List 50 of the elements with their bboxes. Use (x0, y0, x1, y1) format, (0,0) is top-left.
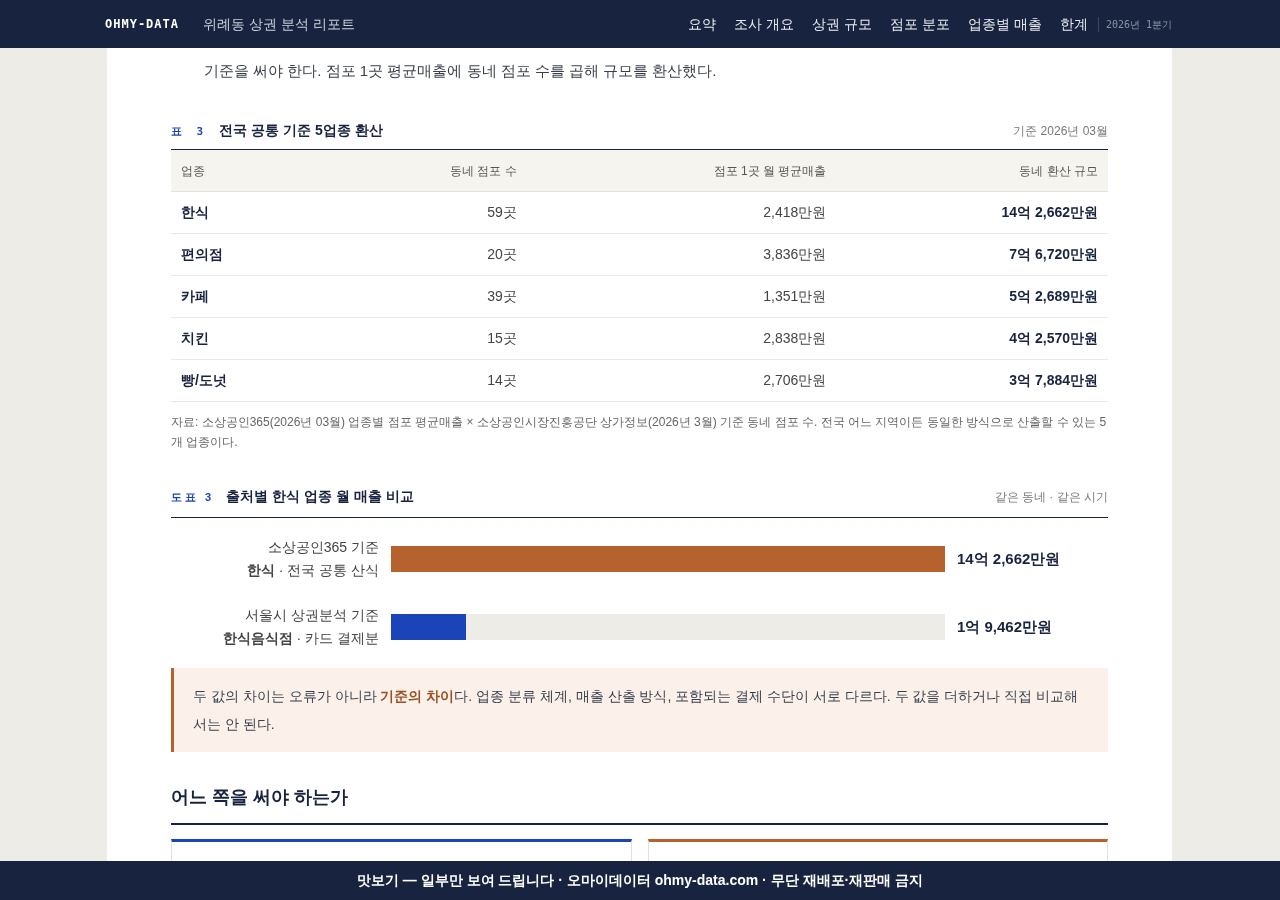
table-title: 전국 공통 기준 5업종 환산 (219, 121, 383, 140)
column-header: 동네 점포 수 (324, 149, 527, 192)
table-cell: 5억 2,689만원 (836, 275, 1108, 318)
nav-link[interactable]: 요약 (688, 13, 717, 35)
table-cell: 3억 7,884만원 (836, 359, 1108, 402)
table-cell: 14억 2,662만원 (836, 191, 1108, 234)
bar-source: 서울시 상권분석 기준 (244, 606, 379, 625)
preview-banner: 맛보기 — 일부만 보여 드립니다 · 오마이데이터 ohmy-data.com · 무단 재배포·재판매 금지 (0, 861, 1280, 900)
table-cell: 15곳 (324, 317, 527, 360)
report-title: 위례동 상권 분석 리포트 (203, 14, 355, 34)
table-cell: 7억 6,720만원 (836, 233, 1108, 276)
bar-label: 한식음식점 · 카드 결제분 (221, 629, 379, 648)
nav-link[interactable]: 점포 분포 (890, 13, 950, 35)
table-cell: 39곳 (324, 275, 527, 318)
column-header: 점포 1곳 월 평균매출 (526, 149, 837, 192)
table-cell: 2,418만원 (526, 191, 837, 234)
table-cell: 카페 (171, 275, 325, 318)
table-cell: 빵/도넛 (171, 359, 325, 402)
table-cell: 한식 (171, 191, 325, 234)
table-cell: 2,838만원 (526, 317, 837, 360)
nav-link[interactable]: 한계 (1059, 13, 1088, 35)
figure-number: 도표 3 (171, 490, 215, 505)
table-number: 표 3 (171, 124, 208, 140)
table-cell: 편의점 (171, 233, 325, 276)
bar-label: 한식 · 전국 공통 산식 (245, 561, 379, 580)
bar-source: 소상공인365 기준 (266, 538, 379, 557)
figure-note: 같은 동네 · 같은 시기 (994, 489, 1108, 506)
bar-value: 14억 2,662만원 (957, 548, 1061, 569)
nav-link[interactable]: 상권 규모 (812, 13, 873, 35)
table-cell: 2,706만원 (526, 359, 837, 402)
nav-link[interactable]: 조사 개요 (734, 13, 795, 35)
intro-paragraph: 기준을 써야 한다. 점포 1곳 평균매출에 동네 점포 수를 곱해 규모를 환산했다. (203, 61, 718, 81)
column-header: 동네 환산 규모 (836, 149, 1108, 192)
nav-link[interactable]: 업종별 매출 (968, 13, 1042, 35)
table-source-note: 자료: 소상공인365(2026년 03월) 업종별 점포 평균매출 × 소상공인시장진흥공단 상가정보(2026년 3월) 기준 동네 점포 수. 전국 어느 지역이든 동일한 방식으로 산출할 수 있는 5개 업종이다. (171, 414, 1108, 451)
table-cell: 1,351만원 (526, 275, 837, 318)
table-cell: 치킨 (171, 317, 325, 360)
table-basis: 기준 2026년 03월 (1013, 123, 1108, 140)
table-cell: 20곳 (324, 233, 527, 276)
table-cell: 4억 2,570만원 (836, 317, 1108, 360)
callout-text: 두 값의 차이는 오류가 아니라 기준의 차이다. 업종 분류 체계, 매출 산출 방식, 포함되는 결제 수단이 서로 다르다. 두 값을 더하거나 직접 비교해서는 안 된다. (193, 687, 1080, 734)
column-header: 업종 (171, 149, 325, 192)
section-heading: 어느 쪽을 써야 하는가 (171, 784, 1108, 825)
figure-title: 출처별 한식 업종 월 매출 비교 (226, 487, 414, 506)
logo[interactable]: OHMY-DATA (105, 15, 180, 33)
period-label: 2026년 1분기 (1097, 16, 1172, 32)
table-cell: 59곳 (324, 191, 527, 234)
bar-value: 1억 9,462만원 (957, 616, 1053, 637)
table-cell: 3,836만원 (526, 233, 837, 276)
table-cell: 14곳 (324, 359, 527, 402)
